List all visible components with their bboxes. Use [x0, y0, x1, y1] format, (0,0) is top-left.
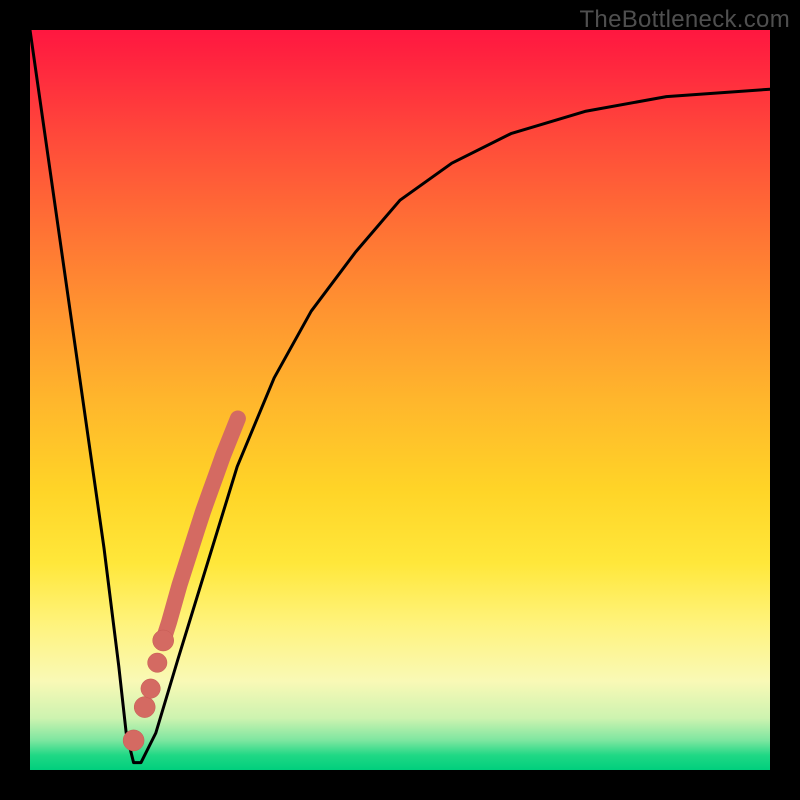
data-marker — [123, 730, 144, 751]
chart-svg — [30, 30, 770, 770]
data-marker — [153, 630, 174, 651]
bottleneck-curve — [30, 30, 770, 763]
chart-frame: TheBottleneck.com — [0, 0, 800, 800]
data-marker — [148, 653, 167, 672]
marker-band — [163, 419, 238, 641]
plot-area — [30, 30, 770, 770]
data-marker — [134, 697, 155, 718]
data-marker — [141, 679, 160, 698]
